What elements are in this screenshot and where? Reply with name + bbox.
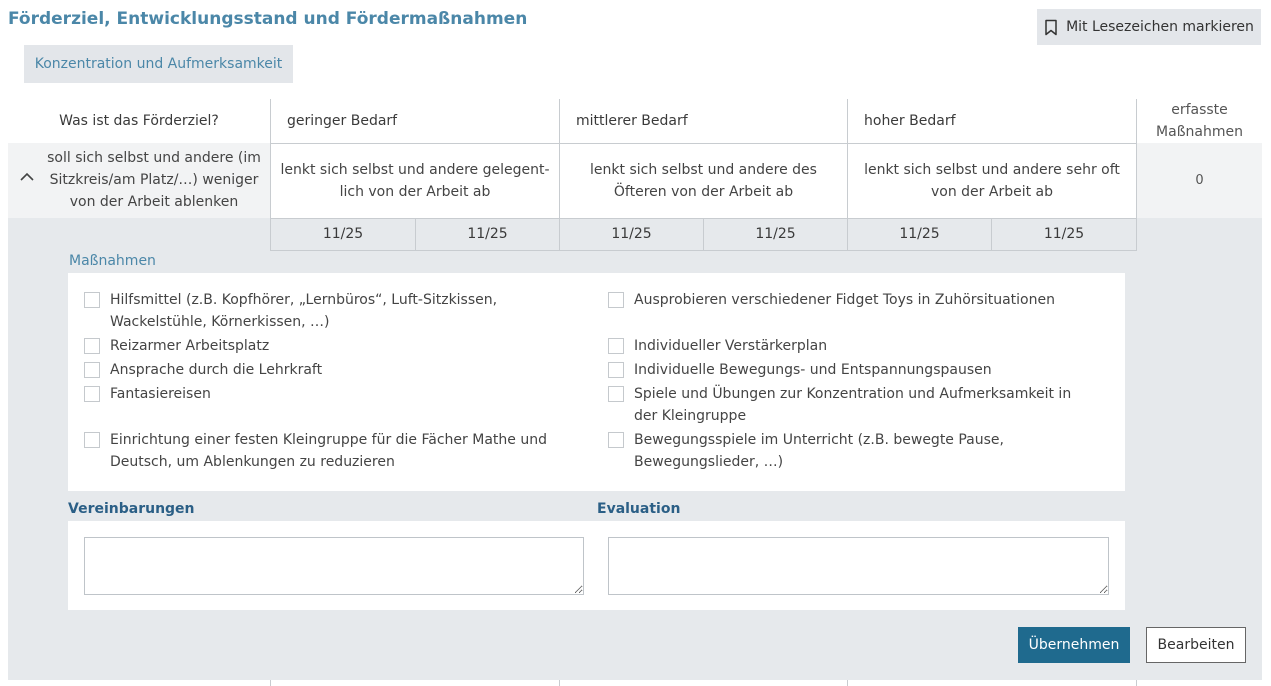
list-item[interactable]: Spiele und Übungen zur Konzentration und… — [608, 383, 1098, 427]
divider — [270, 250, 1137, 251]
measure-label: Ansprache durch die Lehrkraft — [110, 362, 323, 378]
goal-column-header: Was ist das Förderziel? — [59, 113, 219, 129]
edit-button[interactable]: Bearbeiten — [1146, 627, 1246, 663]
measure-label: Hilfsmittel (z.B. Kopfhörer, „Lernbüros“… — [110, 292, 498, 330]
measure-checkbox[interactable] — [608, 386, 624, 402]
measure-checkbox[interactable] — [84, 362, 100, 378]
level-description-high: lenkt sich selbst und andere sehr oft vo… — [848, 143, 1136, 218]
divider — [415, 218, 416, 250]
count-column-header: erfasste Maßnahmen — [1156, 102, 1243, 140]
measure-checkbox[interactable] — [84, 338, 100, 354]
list-item[interactable]: Ausprobieren verschiedener Fidget Toys i… — [608, 289, 1098, 311]
level-header-low: geringer Bedarf — [287, 113, 398, 129]
bookmark-icon — [1044, 19, 1058, 36]
agreements-textarea[interactable] — [84, 537, 584, 595]
divider — [270, 680, 271, 686]
divider — [559, 680, 560, 686]
divider — [847, 680, 848, 686]
goal-text: soll sich selbst und andere (im Sitzkrei… — [47, 150, 261, 210]
list-item[interactable]: Fantasiereisen — [84, 383, 574, 405]
divider — [559, 99, 560, 250]
measure-label: Reizarmer Arbeitsplatz — [110, 338, 270, 354]
measure-label: Bewegungsspiele im Unterricht (z.B. bewe… — [634, 432, 1004, 470]
list-item[interactable]: Bewegungsspiele im Unterricht (z.B. bewe… — [608, 429, 1098, 473]
divider — [847, 99, 848, 250]
measure-label: Individueller Verstärkerplan — [634, 338, 828, 354]
measure-label: Individuelle Bewegungs- und Entspannungs… — [634, 362, 992, 378]
date-cell[interactable]: 11/25 — [992, 218, 1136, 250]
chevron-up-icon[interactable] — [19, 172, 35, 182]
evaluation-textarea[interactable] — [608, 537, 1109, 595]
divider — [270, 143, 1137, 144]
list-item[interactable]: Einrichtung einer festen Kleingruppe für… — [84, 429, 574, 473]
date-cell[interactable]: 11/25 — [704, 218, 847, 250]
list-item[interactable]: Individueller Verstärkerplan — [608, 335, 1098, 357]
agreements-label: Vereinbarungen — [68, 501, 195, 517]
list-item[interactable]: Individuelle Bewegungs- und Entspannungs… — [608, 359, 1098, 381]
evaluation-label: Evaluation — [597, 501, 681, 517]
tab-topic[interactable]: Konzentration und Aufmerksamkeit — [24, 45, 293, 83]
measure-checkbox[interactable] — [608, 292, 624, 308]
measure-label: Fantasiereisen — [110, 386, 211, 402]
level-header-medium: mittlerer Bedarf — [576, 113, 688, 129]
measure-checkbox[interactable] — [84, 432, 100, 448]
date-cell[interactable]: 11/25 — [271, 218, 415, 250]
divider — [1136, 99, 1137, 250]
divider — [991, 218, 992, 250]
divider — [270, 218, 1137, 219]
date-cell[interactable]: 11/25 — [848, 218, 991, 250]
divider — [270, 99, 271, 250]
divider — [1136, 680, 1137, 686]
measures-title: Maßnahmen — [69, 253, 156, 269]
measure-label: Spiele und Übungen zur Konzentration und… — [634, 386, 1072, 424]
list-item[interactable]: Hilfsmittel (z.B. Kopfhörer, „Lernbüros“… — [84, 289, 574, 333]
level-description-medium: lenkt sich selbst und andere des Öfteren… — [560, 143, 847, 218]
bookmark-label: Mit Lesezeichen markieren — [1066, 19, 1254, 35]
measure-checkbox[interactable] — [608, 338, 624, 354]
apply-button[interactable]: Übernehmen — [1018, 627, 1130, 663]
date-cell[interactable]: 11/25 — [416, 218, 559, 250]
measure-checkbox[interactable] — [84, 386, 100, 402]
page-title: Förderziel, Entwicklungsstand und Förder… — [8, 9, 528, 29]
list-item[interactable]: Reizarmer Arbeitsplatz — [84, 335, 574, 357]
measure-checkbox[interactable] — [84, 292, 100, 308]
measure-checkbox[interactable] — [608, 362, 624, 378]
measure-label: Einrichtung einer festen Kleingruppe für… — [110, 432, 547, 470]
measure-checkbox[interactable] — [608, 432, 624, 448]
date-cell[interactable]: 11/25 — [560, 218, 703, 250]
divider — [703, 218, 704, 250]
list-item[interactable]: Ansprache durch die Lehrkraft — [84, 359, 574, 381]
measure-label: Ausprobieren verschiedener Fidget Toys i… — [634, 292, 1055, 308]
bookmark-button[interactable]: Mit Lesezeichen markieren — [1037, 9, 1261, 45]
measure-count: 0 — [1195, 173, 1204, 188]
level-header-high: hoher Bedarf — [864, 113, 956, 129]
level-description-low: lenkt sich selbst und andere gelegent-li… — [271, 143, 559, 218]
